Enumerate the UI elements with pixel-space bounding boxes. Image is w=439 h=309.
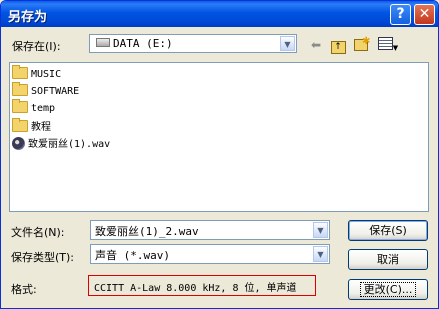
list-item[interactable]: SOFTWARE <box>12 82 79 100</box>
format-value-box: CCITT A-Law 8.000 kHz, 8 位, 单声道 <box>88 275 316 296</box>
chevron-down-icon[interactable]: ▼ <box>313 246 328 262</box>
help-button[interactable]: ? <box>390 4 411 25</box>
save-in-label: 保存在(I): <box>12 40 61 53</box>
filename-label: 文件名(N): <box>11 226 65 239</box>
save-in-location: DATA (E:) <box>113 37 173 50</box>
filetype-select[interactable]: 声音 (*.wav) ▼ <box>90 244 330 264</box>
chevron-down-icon[interactable]: ▼ <box>280 36 295 51</box>
folder-icon <box>12 82 28 96</box>
save-button[interactable]: 保存(S) <box>348 220 428 241</box>
list-item[interactable]: temp <box>12 99 55 117</box>
list-item[interactable]: 致爱丽丝(1).wav <box>12 135 110 151</box>
save-in-dropdown[interactable]: DATA (E:) ▼ <box>89 34 297 53</box>
filename-input[interactable]: 致爱丽丝(1)_2.wav ▼ <box>90 220 330 240</box>
format-label: 格式: <box>11 283 37 296</box>
window-title: 另存为 <box>8 10 48 25</box>
folder-icon <box>12 118 28 132</box>
title-bar[interactable]: 另存为 ? ✕ <box>1 1 438 27</box>
new-folder-icon[interactable]: ✱ <box>352 36 370 53</box>
chevron-down-icon[interactable]: ▼ <box>313 222 328 238</box>
list-item[interactable]: MUSIC <box>12 65 61 83</box>
view-menu-icon[interactable]: ▼ <box>376 37 400 53</box>
file-list[interactable]: MUSIC SOFTWARE temp 教程 致爱丽丝(1).wav <box>9 62 429 212</box>
drive-icon <box>96 38 110 47</box>
back-icon[interactable]: ⬅ <box>307 37 325 53</box>
audio-file-icon <box>12 137 25 150</box>
close-button[interactable]: ✕ <box>414 4 435 25</box>
cancel-button[interactable]: 取消 <box>348 249 428 270</box>
format-value: CCITT A-Law 8.000 kHz, 8 位, 单声道 <box>94 283 297 294</box>
folder-icon <box>12 99 28 113</box>
change-format-button[interactable]: 更改(C)... <box>348 279 428 300</box>
list-item[interactable]: 教程 <box>12 118 51 134</box>
filetype-label: 保存类型(T): <box>11 251 75 264</box>
folder-icon <box>12 65 28 79</box>
save-as-dialog: 另存为 ? ✕ 保存在(I): DATA (E:) ▼ ⬅ ↑ ✱ ▼ MUSI… <box>0 0 439 309</box>
up-folder-icon[interactable]: ↑ <box>329 37 347 54</box>
